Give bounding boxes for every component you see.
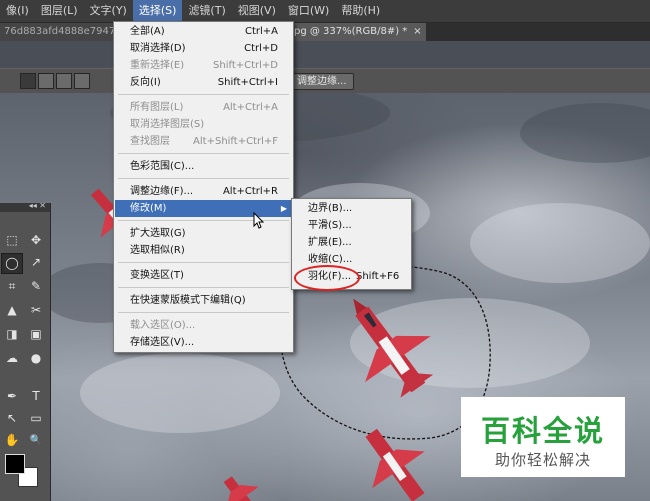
quick-selection-tool-icon[interactable]: ↗ [26,253,46,272]
submenu-item-smooth[interactable]: 平滑(S)... [293,217,410,234]
close-icon[interactable]: × [413,26,421,37]
intersect-selection-icon[interactable] [74,73,90,89]
zoom-tool-icon[interactable]: 🔍 [26,431,46,450]
clone-stamp-tool-icon[interactable]: ◨ [2,325,22,344]
menu-separator [118,94,289,95]
refine-edge-button[interactable]: 调整边缘... [290,73,354,90]
menu-separator [118,287,289,288]
menu-bar: 像(I) 图层(L) 文字(Y) 选择(S) 滤镜(T) 视图(V) 窗口(W)… [0,0,650,23]
move-tool-icon[interactable]: ✥ [26,231,46,250]
collapse-icon[interactable]: ◂◂ ✕ [29,201,46,210]
eraser-tool-icon[interactable]: ☁ [2,349,22,368]
rectangle-tool-icon[interactable]: ▭ [26,409,46,428]
submenu-item-border[interactable]: 边界(B)... [293,200,410,217]
menu-item-modify[interactable]: 修改(M) ▶ [115,200,292,217]
hand-tool-icon[interactable]: ✋ [2,431,22,450]
document-tab-2[interactable]: pg @ 337%(RGB/8#) * × [290,23,426,41]
menu-select[interactable]: 选择(S) [132,0,183,22]
menu-item-color-range[interactable]: 色彩范围(C)... [115,158,292,175]
menu-item-refine-edge[interactable]: 调整边缘(F)... Alt+Ctrl+R [115,183,292,200]
crop-tool-icon[interactable]: ⌗ [2,277,22,296]
menu-item-load-selection: 载入选区(O)... [130,320,196,331]
new-selection-icon[interactable] [20,73,36,89]
menu-item-deselect-layers: 取消选择图层(S) [130,119,205,130]
options-bar: 调整边缘... [0,68,650,94]
menu-item-inverse[interactable]: 反向(I) Shift+Ctrl+I [115,74,292,91]
watermark-title: 百科全说 [480,414,605,448]
menu-item-quick-mask[interactable]: 在快速蒙版模式下编辑(Q) [115,292,292,309]
menu-filter[interactable]: 滤镜(T) [182,0,231,22]
menu-item-select-all[interactable]: 全部(A) Ctrl+A [115,23,292,40]
document-tab-2-title: pg @ 337%(RGB/8#) * [294,26,408,37]
submenu-item-expand[interactable]: 扩展(E)... [293,234,410,251]
pen-tool-icon[interactable]: ✒ [2,387,22,406]
eyedropper-tool-icon[interactable]: ✎ [26,277,46,296]
menu-item-all-layers: 所有图层(L) Alt+Ctrl+A [130,102,278,113]
red-jet-lower [365,428,425,501]
menu-view[interactable]: 视图(V) [232,0,282,22]
gradient-tool-icon[interactable]: ● [26,349,46,368]
path-selection-tool-icon[interactable]: ↖ [2,409,22,428]
healing-brush-tool-icon[interactable]: ▲ [2,301,22,320]
menu-item-grow[interactable]: 扩大选取(G) [115,225,292,242]
select-menu-dropdown: 全部(A) Ctrl+A 取消选择(D) Ctrl+D 重新选择(E) Shift+C… [113,21,294,353]
lasso-tool-icon[interactable]: ◯ [1,253,23,274]
menu-item-deselect[interactable]: 取消选择(D) Ctrl+D [115,40,292,57]
document-tab-1[interactable]: 76d883afd4888e7947a3 [0,23,114,41]
watermark-subtitle: 助你轻松解决 [494,451,591,469]
menu-item-transform-selection[interactable]: 变换选区(T) [115,267,292,284]
menu-item-find-layers: 查找图层 Alt+Shift+Ctrl+F [130,136,278,147]
menu-image[interactable]: 像(I) [0,0,35,22]
subtract-selection-icon[interactable] [56,73,72,89]
rectangular-marquee-tool-icon[interactable]: ⬚ [2,231,22,250]
brush-tool-icon[interactable]: ✂ [26,301,46,320]
menu-item-similar[interactable]: 选取相似(R) [115,242,292,259]
add-to-selection-icon[interactable] [38,73,54,89]
menu-item-reselect: 重新选择(E) Shift+Ctrl+D [130,60,278,71]
menu-item-save-selection[interactable]: 存储选区(V)... [115,334,292,351]
submenu-arrow-icon: ▶ [280,204,287,213]
menu-window[interactable]: 窗口(W) [282,0,335,22]
tools-panel-header: ◂◂ ✕ [0,201,50,212]
foreground-color-swatch[interactable] [5,454,25,474]
menu-layer[interactable]: 图层(L) [35,0,84,22]
menu-separator [118,262,289,263]
menu-separator [118,153,289,154]
submenu-item-contract[interactable]: 收缩(C)... [293,251,410,268]
document-tab-bar: 76d883afd4888e7947a3 pg @ 337%(RGB/8#) *… [0,23,650,41]
history-brush-tool-icon[interactable]: ▣ [26,325,46,344]
menu-type[interactable]: 文字(Y) [84,0,133,22]
feather-highlight-ring [294,265,360,291]
red-jet-bottom [223,476,259,501]
mouse-cursor-icon [253,212,265,229]
menu-separator [118,178,289,179]
menu-help[interactable]: 帮助(H) [335,0,386,22]
watermark-logo: 百科全说 助你轻松解决 [461,397,625,477]
type-tool-icon[interactable]: T [26,387,46,406]
menu-separator [118,312,289,313]
